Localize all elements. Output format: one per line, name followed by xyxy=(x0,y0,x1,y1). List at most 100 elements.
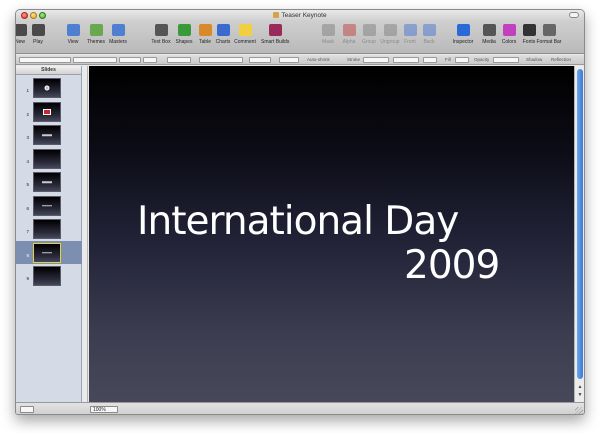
slide-thumbnail-row[interactable]: 3 xyxy=(16,123,82,146)
slide-thumbnail[interactable] xyxy=(33,101,61,122)
auto-shrink-checkbox[interactable]: Auto-shrink xyxy=(307,57,330,62)
thumbnail-text-mark xyxy=(42,134,52,136)
opacity-field[interactable] xyxy=(493,57,519,63)
document-title: Teaser Keynote xyxy=(16,12,584,19)
masters-icon xyxy=(111,24,125,36)
font-family-popup[interactable] xyxy=(73,57,117,63)
resize-grip-icon[interactable] xyxy=(575,407,583,414)
paragraph-style-popup[interactable] xyxy=(19,57,71,63)
slide-thumbnail-row[interactable]: 8 xyxy=(16,240,82,264)
slide-thumbnail-row[interactable]: 7 xyxy=(16,217,82,240)
toolbar-label: Back xyxy=(423,39,435,45)
comment-icon xyxy=(238,24,252,36)
toolbar-label: Format Bar xyxy=(536,39,562,45)
back-button[interactable]: Back xyxy=(415,24,443,45)
charts-icon xyxy=(216,24,230,36)
slide-thumbnail[interactable] xyxy=(33,219,61,239)
text-color-well[interactable] xyxy=(279,57,299,63)
slide-number: 3 xyxy=(26,135,29,140)
colors-icon xyxy=(502,24,516,36)
slide-thumbnail-row[interactable]: 4 xyxy=(16,147,82,170)
slide-thumbnail-row[interactable]: 9 xyxy=(16,264,82,287)
stroke-color-well[interactable] xyxy=(423,57,437,63)
toolbar-label: Play xyxy=(33,39,43,45)
thumbnail-card-mark xyxy=(43,108,51,115)
format-bar-button[interactable]: Format Bar xyxy=(535,24,563,45)
font-style-popup[interactable] xyxy=(119,57,141,63)
toolbar-label: Masters xyxy=(109,39,127,45)
text-alignment-buttons[interactable] xyxy=(199,57,243,63)
scroll-up-arrow-icon[interactable]: ▲ xyxy=(577,384,583,390)
shapes-icon xyxy=(177,24,191,36)
smart-builds-button[interactable]: Smart Builds xyxy=(261,24,289,45)
media-icon xyxy=(482,24,496,36)
stroke-style-popup[interactable] xyxy=(363,57,389,63)
smart-builds-icon xyxy=(268,24,282,36)
inspector-button[interactable]: Inspector xyxy=(449,24,477,45)
toolbar-label: Comment xyxy=(234,39,256,45)
group-icon xyxy=(362,24,376,36)
slide-thumbnail[interactable] xyxy=(33,78,61,98)
ungroup-icon xyxy=(383,24,397,36)
slide-thumbnail[interactable] xyxy=(33,148,61,169)
toolbar-label: Inspector xyxy=(452,39,474,45)
slide-number: 2 xyxy=(26,111,29,117)
stroke-label: Stroke xyxy=(347,57,361,62)
bold-italic-underline-buttons[interactable] xyxy=(167,57,191,63)
themes-icon xyxy=(89,24,103,36)
toolbar: New Play View Themes Masters Text Box Shapes Ta… xyxy=(16,21,584,54)
slide-navigator: Slides 1 2 3 4 5 6 7 8 9 xyxy=(16,66,82,402)
play-button[interactable]: Play xyxy=(24,24,52,45)
slide-year-text[interactable]: 2009 xyxy=(404,243,500,288)
slide-number: 8 xyxy=(26,252,29,258)
slide-title-text[interactable]: International Day xyxy=(137,199,459,244)
slide-thumbnail[interactable] xyxy=(33,195,61,216)
slide-thumbnail[interactable] xyxy=(33,266,61,286)
bottom-bar: 100% xyxy=(16,402,584,414)
slide-thumbnail[interactable] xyxy=(33,125,61,145)
scrollbar-thumb[interactable] xyxy=(577,69,583,379)
format-bar: Auto-shrink Stroke Fill Opacity Shadow R… xyxy=(16,55,584,65)
view-icon xyxy=(66,24,80,36)
slides-header: Slides xyxy=(16,66,81,75)
reflection-checkbox[interactable]: Reflection xyxy=(551,57,571,62)
text-box-icon xyxy=(154,24,168,36)
slide-thumbnail[interactable] xyxy=(33,172,61,192)
slide-thumbnail-row[interactable]: 6 xyxy=(16,194,82,217)
toolbar-toggle-button[interactable] xyxy=(569,12,579,18)
fill-color-well[interactable] xyxy=(455,57,469,63)
slide-thumbnail-row[interactable]: 2 xyxy=(16,100,82,123)
zoom-popup[interactable]: 100% xyxy=(90,406,118,413)
thumbnail-text-mark xyxy=(42,181,52,183)
inspector-icon xyxy=(456,24,470,36)
slide-number: 1 xyxy=(26,88,29,93)
thumbnail-text-mark xyxy=(42,204,52,207)
stroke-width-popup[interactable] xyxy=(393,57,419,63)
font-size-field[interactable] xyxy=(143,57,157,63)
slide-thumbnail-row[interactable]: 1 xyxy=(16,76,82,99)
thumbnail-circle-mark xyxy=(44,85,50,91)
keynote-window: Teaser Keynote New Play View Themes Masters T… xyxy=(15,9,585,415)
masters-button[interactable]: Masters xyxy=(104,24,132,45)
scroll-down-arrow-icon[interactable]: ▼ xyxy=(577,392,583,398)
title-bar: Teaser Keynote xyxy=(16,10,584,21)
slide-thumbnail-row[interactable]: 5 xyxy=(16,170,82,193)
line-spacing-popup[interactable] xyxy=(249,57,271,63)
slide-canvas[interactable]: International Day 2009 xyxy=(89,66,574,402)
opacity-label: Opacity xyxy=(474,57,490,62)
mask-icon xyxy=(321,24,335,36)
fonts-icon xyxy=(522,24,536,36)
navigator-scrollbar[interactable] xyxy=(82,66,88,402)
slide-number: 5 xyxy=(26,182,29,187)
alpha-icon xyxy=(342,24,356,36)
slide-number: 6 xyxy=(26,205,29,211)
slide-number: 4 xyxy=(26,158,29,164)
back-icon xyxy=(422,24,436,36)
view-mode-popup[interactable] xyxy=(20,406,34,413)
shadow-checkbox[interactable]: Shadow xyxy=(526,57,542,62)
comment-button[interactable]: Comment xyxy=(231,24,259,45)
canvas-vertical-scrollbar[interactable]: ▲ ▼ xyxy=(574,66,584,402)
slide-number: 7 xyxy=(26,229,29,234)
slide-thumbnail[interactable] xyxy=(33,242,61,263)
slide-number: 9 xyxy=(26,276,29,281)
